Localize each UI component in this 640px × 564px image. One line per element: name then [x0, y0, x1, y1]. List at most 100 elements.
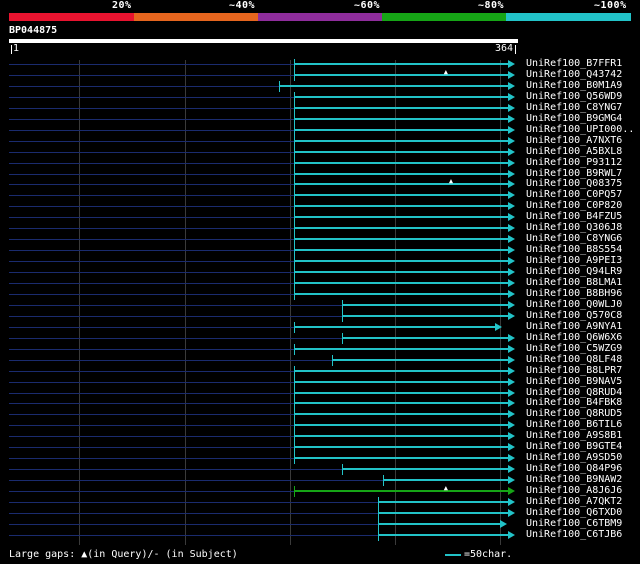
unaligned-region	[9, 458, 295, 460]
hit-bar[interactable]	[342, 314, 509, 317]
hit-arrow-icon	[495, 322, 503, 331]
hit-arrow-icon	[507, 410, 515, 419]
unaligned-region	[9, 239, 295, 241]
unaligned-region	[9, 129, 295, 131]
hit-bar[interactable]	[342, 468, 509, 471]
hit-bar[interactable]	[294, 249, 509, 252]
hit-bar[interactable]	[278, 84, 509, 87]
hit-row[interactable]: UniRef100_C6TJB6	[0, 529, 640, 541]
unaligned-region	[9, 283, 295, 284]
hit-bar[interactable]	[294, 446, 509, 449]
unaligned-region	[9, 512, 379, 514]
unaligned-region	[9, 392, 295, 394]
hit-bar[interactable]	[294, 490, 509, 493]
unaligned-region	[9, 436, 295, 438]
hit-bar[interactable]	[294, 391, 509, 394]
hit-arrow-icon	[507, 333, 515, 342]
hit-arrow-icon	[507, 421, 515, 430]
hit-bar[interactable]	[294, 106, 509, 109]
hit-bar[interactable]	[294, 183, 509, 186]
unaligned-region	[9, 403, 295, 405]
hit-bar[interactable]	[332, 358, 509, 361]
hit-arrow-icon	[507, 289, 515, 298]
hit-arrow-icon	[507, 377, 515, 386]
hit-bar[interactable]	[294, 117, 509, 120]
unaligned-region	[9, 502, 379, 503]
hit-bar[interactable]	[294, 95, 509, 98]
scale-key-label: =50char.	[464, 549, 513, 560]
hit-arrow-icon	[507, 246, 515, 255]
hit-bar[interactable]	[294, 194, 509, 197]
hit-bar[interactable]	[294, 369, 509, 372]
hit-arrow-icon	[507, 158, 515, 167]
unaligned-region	[9, 261, 295, 263]
hit-bar[interactable]	[378, 522, 502, 525]
hit-arrow-icon	[507, 508, 515, 517]
hit-bar[interactable]	[294, 380, 509, 383]
hit-bar[interactable]	[342, 303, 509, 306]
hit-bar[interactable]	[294, 413, 509, 416]
hit-bar[interactable]	[294, 216, 509, 219]
hit-arrow-icon	[507, 103, 515, 112]
unaligned-region	[9, 107, 295, 109]
unaligned-region	[9, 304, 343, 306]
hit-bar[interactable]	[294, 347, 509, 350]
hit-bar[interactable]	[294, 161, 509, 164]
gaps-legend: Large gaps: ▲(in Query)/- (in Subject)	[9, 549, 238, 560]
hit-bar[interactable]	[294, 227, 509, 230]
unaligned-region	[9, 228, 295, 230]
unaligned-region	[9, 206, 295, 208]
hit-bar[interactable]	[342, 336, 509, 339]
hit-label[interactable]: UniRef100_C6TJB6	[526, 529, 622, 541]
hit-bar[interactable]	[383, 479, 509, 482]
hit-bar[interactable]	[294, 139, 509, 142]
hit-bar[interactable]	[294, 63, 509, 65]
hit-bar[interactable]	[294, 73, 509, 76]
unaligned-region	[9, 162, 295, 164]
query-bar	[9, 39, 518, 43]
query-start-label: 1	[13, 43, 20, 54]
hit-bar[interactable]	[294, 150, 509, 153]
unaligned-region	[9, 348, 295, 350]
unaligned-region	[9, 523, 379, 525]
coverage-label-40: ~40%	[229, 0, 256, 11]
unaligned-region	[9, 195, 295, 197]
query-end-label: 364	[495, 43, 514, 54]
unaligned-region	[9, 425, 295, 427]
hit-bar[interactable]	[294, 402, 509, 405]
coverage-band-20	[9, 13, 134, 21]
hit-arrow-icon	[507, 399, 515, 408]
unaligned-region	[9, 118, 295, 120]
coverage-band-60	[258, 13, 382, 21]
hit-bar[interactable]	[294, 435, 509, 438]
unaligned-region	[9, 272, 295, 274]
hit-bar[interactable]	[294, 238, 509, 241]
hit-bar[interactable]	[294, 271, 509, 274]
unaligned-region	[9, 96, 295, 98]
hit-bar[interactable]	[378, 533, 509, 536]
query-start-tick	[11, 45, 12, 54]
hit-arrow-icon	[507, 92, 515, 101]
hit-arrow-icon	[507, 454, 515, 463]
hit-bar[interactable]	[294, 325, 497, 328]
hit-bar[interactable]	[294, 282, 509, 284]
hit-bar[interactable]	[294, 205, 509, 208]
hit-bar[interactable]	[294, 260, 509, 263]
hit-arrow-icon	[507, 432, 515, 441]
hit-arrow-icon	[507, 476, 515, 485]
hit-bar[interactable]	[294, 457, 509, 460]
query-end-tick	[515, 45, 516, 54]
hit-bar[interactable]	[294, 424, 509, 427]
unaligned-region	[9, 370, 295, 372]
hit-bar[interactable]	[378, 501, 509, 503]
hit-bar[interactable]	[294, 172, 509, 175]
hit-arrow-icon	[507, 311, 515, 320]
hit-bar[interactable]	[294, 292, 509, 295]
hit-bar[interactable]	[378, 511, 509, 514]
hit-arrow-icon	[507, 224, 515, 233]
unaligned-region	[9, 250, 295, 252]
unaligned-region	[9, 326, 295, 328]
hit-bar[interactable]	[294, 128, 509, 131]
hit-arrow-icon	[507, 180, 515, 189]
hit-arrow-icon	[507, 388, 515, 397]
